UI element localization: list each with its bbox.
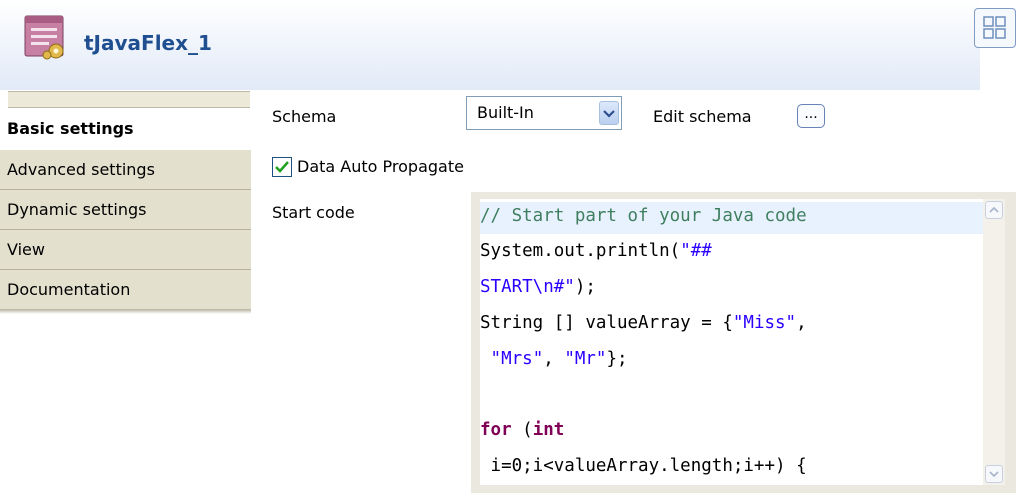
chevron-down-icon [989, 471, 999, 478]
java-flex-component-icon [24, 15, 64, 60]
code-text: ); [574, 277, 596, 297]
code-line: START\n#"); [480, 277, 596, 297]
start-code-editor[interactable]: // Start part of your Java code System.o… [480, 199, 983, 485]
layout-grid-icon [983, 16, 1006, 39]
code-text: }; [606, 349, 628, 369]
code-string: "Miss" [732, 313, 797, 333]
code-text: , [543, 349, 565, 369]
scroll-down-button[interactable] [985, 465, 1003, 483]
edit-schema-button[interactable]: ... [797, 104, 825, 128]
scroll-up-button[interactable] [985, 201, 1003, 219]
editor-vertical-scrollbar[interactable] [983, 199, 1005, 485]
code-string: "Mr" [564, 349, 607, 369]
schema-select-value: Built-In [477, 103, 534, 122]
code-text: ( [511, 420, 533, 440]
edit-schema-label: Edit schema [653, 107, 752, 126]
code-string: START\n#" [480, 277, 575, 297]
data-auto-propagate-checkbox[interactable] [272, 157, 292, 177]
tab-list-bottom-edge [0, 309, 251, 314]
code-line: System.out.println("## [480, 241, 712, 261]
tab-dynamic-settings[interactable]: Dynamic settings [0, 190, 251, 230]
dropdown-button[interactable] [599, 101, 619, 125]
code-keyword: int [532, 420, 565, 440]
code-string: "## [680, 241, 712, 261]
component-title: tJavaFlex_1 [84, 31, 212, 55]
data-auto-propagate-label: Data Auto Propagate [297, 157, 464, 176]
checkmark-icon [275, 161, 289, 173]
code-line: i=0;i<valueArray.length;i++) { [480, 456, 807, 476]
chevron-up-icon [989, 206, 999, 213]
tab-documentation[interactable]: Documentation [0, 270, 251, 310]
component-header: tJavaFlex_1 [0, 0, 1016, 90]
code-text: String [] valueArray = { [480, 313, 733, 333]
code-text: i=0;i<valueArray.length;i++) { [480, 456, 807, 476]
chevron-down-icon [603, 110, 615, 118]
code-line: String [] valueArray = {"Miss", [480, 313, 807, 333]
schema-label: Schema [272, 107, 337, 126]
start-code-label: Start code [272, 203, 355, 222]
code-string: "Mrs" [490, 349, 544, 369]
tab-list-separator [8, 91, 250, 108]
code-line: "Mrs", "Mr"}; [480, 349, 628, 369]
tab-advanced-settings[interactable]: Advanced settings [0, 150, 251, 190]
tab-view[interactable]: View [0, 230, 251, 270]
code-text: , [796, 313, 807, 333]
code-keyword: for [480, 420, 512, 440]
code-text: System.out.println( [480, 241, 681, 261]
tab-basic-settings[interactable]: Basic settings [0, 108, 251, 150]
code-line: for (int [480, 420, 564, 440]
code-line: // Start part of your Java code [480, 206, 807, 226]
layout-grid-button[interactable] [974, 8, 1016, 48]
start-code-editor-frame: // Start part of your Java code System.o… [471, 192, 1016, 493]
schema-select[interactable]: Built-In [466, 96, 622, 130]
